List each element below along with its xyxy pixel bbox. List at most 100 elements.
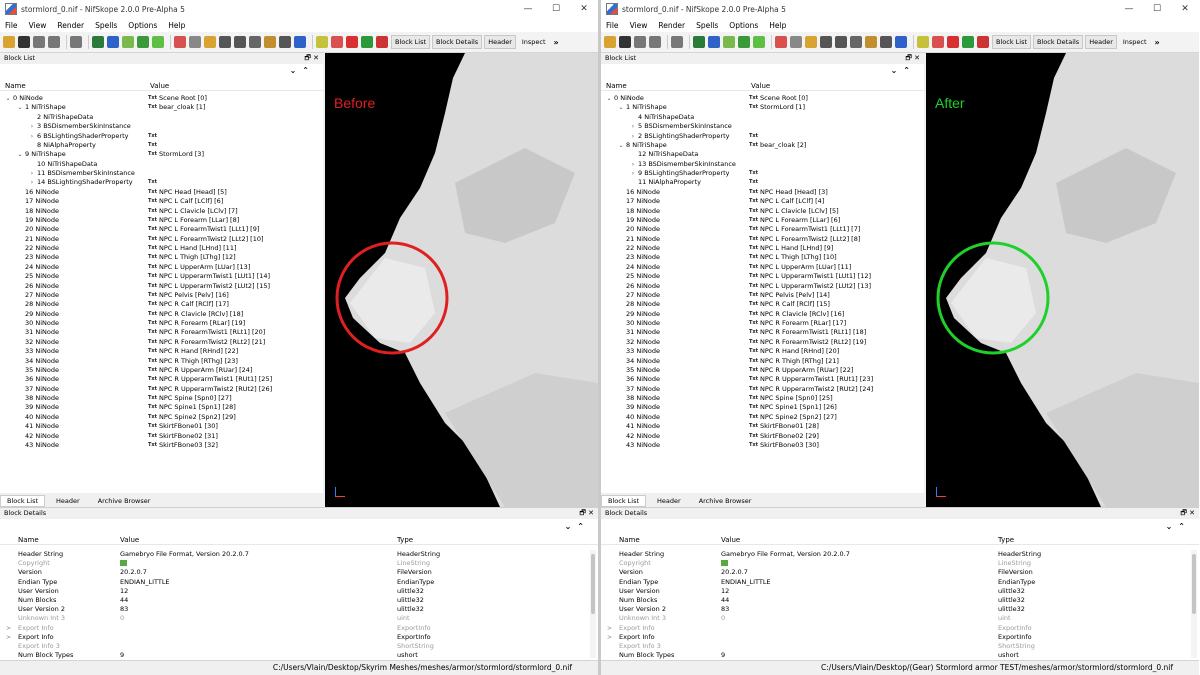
table-row[interactable]: 16 NiNode Txt NPC Head [Head] [5]	[0, 188, 323, 197]
table-row[interactable]: 21 NiNode Txt NPC L ForearmTwist2 [LLt2] […	[0, 235, 323, 244]
list-item[interactable]: Header String Gamebryo File Format, Versi…	[0, 550, 598, 559]
close-button[interactable]: ✕	[1171, 0, 1199, 18]
toolbar-tool-icon[interactable]	[865, 36, 877, 48]
toolbar-tool-icon[interactable]	[361, 36, 373, 48]
column-name[interactable]: Name	[606, 82, 627, 90]
list-item[interactable]: Endian Type ENDIAN_LITTLE EndianType	[0, 578, 598, 587]
toolbar-tab-block-list[interactable]: Block List	[992, 35, 1032, 49]
list-item[interactable]: > Export Info ExportInfo	[601, 633, 1199, 642]
column-name[interactable]: Name	[5, 82, 26, 90]
toolbar-tool-icon[interactable]	[346, 36, 358, 48]
expand-arrow-icon[interactable]: ›	[28, 169, 36, 178]
toolbar-tool-icon[interactable]	[189, 36, 201, 48]
column-value[interactable]: Value	[721, 536, 740, 544]
table-row[interactable]: 18 NiNode Txt NPC L Clavicle [LClv] [7]	[0, 207, 323, 216]
table-row[interactable]: 34 NiNode Txt NPC R Thigh [RThg] [21]	[601, 357, 924, 366]
list-item[interactable]: Unknown Int 3 0 uint	[0, 614, 598, 623]
collapse-expand-icons[interactable]: ⌄⌃	[290, 66, 315, 75]
minimize-button[interactable]: —	[514, 0, 542, 18]
table-row[interactable]: 27 NiNode Txt NPC Pelvis [Pelv] [14]	[601, 291, 924, 300]
details-scrollbar[interactable]	[1191, 550, 1197, 658]
toolbar-tool-icon[interactable]	[775, 36, 787, 48]
toolbar-tool-icon[interactable]	[753, 36, 765, 48]
expand-arrow-icon[interactable]: >	[6, 624, 11, 633]
list-item[interactable]: Num Block Types 9 ushort	[601, 651, 1199, 660]
column-value[interactable]: Value	[120, 536, 139, 544]
column-value[interactable]: Value	[751, 82, 770, 90]
details-scrollbar[interactable]	[590, 550, 596, 658]
table-row[interactable]: 29 NiNode Txt NPC R Clavicle [RClv] [16]	[601, 310, 924, 319]
menu-spells[interactable]: Spells	[95, 21, 117, 30]
table-row[interactable]: 24 NiNode Txt NPC L UpperArm [LUar] [11]	[601, 263, 924, 272]
table-row[interactable]: 25 NiNode Txt NPC L UpperarmTwist1 [LUt1] …	[0, 272, 323, 281]
tab-archive-browser[interactable]: Archive Browser	[692, 495, 759, 507]
table-row[interactable]: 10 NiTriShapeData	[0, 160, 323, 169]
table-row[interactable]: 19 NiNode Txt NPC L Forearm [LLar] [8]	[0, 216, 323, 225]
collapse-expand-icons[interactable]: ⌄⌃	[565, 522, 590, 531]
tab-archive-browser[interactable]: Archive Browser	[91, 495, 158, 507]
list-item[interactable]: Header String Gamebryo File Format, Versi…	[601, 550, 1199, 559]
list-item[interactable]: Num Blocks 44 ulittle32	[0, 596, 598, 605]
toolbar-tool-icon[interactable]	[279, 36, 291, 48]
list-item[interactable]: User Version 12 ulittle32	[601, 587, 1199, 596]
column-value[interactable]: Value	[150, 82, 169, 90]
toolbar-tool-icon[interactable]	[917, 36, 929, 48]
table-row[interactable]: 32 NiNode Txt NPC R ForearmTwist2 [RLt2] […	[0, 338, 323, 347]
render-viewport[interactable]: Before	[325, 53, 598, 507]
table-row[interactable]: 31 NiNode Txt NPC R ForearmTwist1 [RLt1] […	[601, 328, 924, 337]
expand-arrow-icon[interactable]: ›	[28, 122, 36, 131]
table-row[interactable]: 28 NiNode Txt NPC R Calf [RClf] [15]	[601, 300, 924, 309]
menu-help[interactable]: Help	[168, 21, 185, 30]
menu-render[interactable]: Render	[658, 21, 685, 30]
table-row[interactable]: ⌄ 0 NiNode Txt Scene Root [0]	[0, 94, 323, 103]
expand-arrow-icon[interactable]: ›	[629, 132, 637, 141]
expand-arrow-icon[interactable]: ⌄	[16, 150, 24, 159]
toolbar-tool-icon[interactable]	[137, 36, 149, 48]
toolbar-tool-icon[interactable]	[671, 36, 683, 48]
menu-view[interactable]: View	[29, 21, 47, 30]
expand-arrow-icon[interactable]: >	[607, 633, 612, 642]
menu-view[interactable]: View	[630, 21, 648, 30]
expand-arrow-icon[interactable]: ⌄	[617, 103, 625, 112]
table-row[interactable]: 31 NiNode Txt NPC R ForearmTwist1 [RLt1] […	[0, 328, 323, 337]
table-row[interactable]: 35 NiNode Txt NPC R UpperArm [RUar] [24]	[0, 366, 323, 375]
expand-arrow-icon[interactable]: ›	[629, 122, 637, 131]
table-row[interactable]: › 6 BSLightingShaderProperty Txt	[0, 132, 323, 141]
column-name[interactable]: Name	[619, 536, 640, 544]
table-row[interactable]: 33 NiNode Txt NPC R Hand [RHnd] [22]	[0, 347, 323, 356]
toolbar-tool-icon[interactable]	[331, 36, 343, 48]
list-item[interactable]: Num Blocks 44 ulittle32	[601, 596, 1199, 605]
column-type[interactable]: Type	[998, 536, 1014, 544]
toolbar-tool-icon[interactable]	[738, 36, 750, 48]
list-item[interactable]: Version 20.2.0.7 FileVersion	[601, 568, 1199, 577]
collapse-expand-icons[interactable]: ⌄⌃	[1166, 522, 1191, 531]
table-row[interactable]: › 2 BSLightingShaderProperty Txt	[601, 132, 924, 141]
panel-float-close-icons[interactable]: 🗗 ✕	[304, 53, 319, 64]
toolbar-tool-icon[interactable]	[723, 36, 735, 48]
table-row[interactable]: 23 NiNode Txt NPC L Thigh [LThg] [10]	[601, 253, 924, 262]
toolbar-tool-icon[interactable]	[820, 36, 832, 48]
toolbar-tool-icon[interactable]	[376, 36, 388, 48]
expand-arrow-icon[interactable]: >	[6, 633, 11, 642]
tab-block-list[interactable]: Block List	[0, 494, 46, 507]
table-row[interactable]: 24 NiNode Txt NPC L UpperArm [LUar] [13]	[0, 263, 323, 272]
toolbar-tool-icon[interactable]	[107, 36, 119, 48]
column-name[interactable]: Name	[18, 536, 39, 544]
table-row[interactable]: 43 NiNode Txt SkirtFBone03 [30]	[601, 441, 924, 450]
list-item[interactable]: Export Info 3 ShortString	[601, 642, 1199, 651]
table-row[interactable]: 17 NiNode Txt NPC L Calf [LClf] [6]	[0, 197, 323, 206]
toolbar-tool-icon[interactable]	[294, 36, 306, 48]
list-item[interactable]: Export Info 3 ShortString	[0, 642, 598, 651]
table-row[interactable]: 30 NiNode Txt NPC R Forearm [RLar] [19]	[0, 319, 323, 328]
toolbar-tool-icon[interactable]	[249, 36, 261, 48]
table-row[interactable]: › 9 BSLightingShaderProperty Txt	[601, 169, 924, 178]
list-item[interactable]: Copyright LineString	[0, 559, 598, 568]
menu-file[interactable]: File	[606, 21, 619, 30]
toolbar-overflow-icon[interactable]: »	[554, 38, 559, 47]
table-row[interactable]: ⌄ 8 NiTriShape Txt bear_cloak [2]	[601, 141, 924, 150]
toolbar-tab-block-details[interactable]: Block Details	[1033, 35, 1084, 49]
menu-help[interactable]: Help	[769, 21, 786, 30]
toolbar-tool-icon[interactable]	[152, 36, 164, 48]
table-row[interactable]: 20 NiNode Txt NPC L ForearmTwist1 [LLt1] […	[601, 225, 924, 234]
toolbar-tool-icon[interactable]	[92, 36, 104, 48]
